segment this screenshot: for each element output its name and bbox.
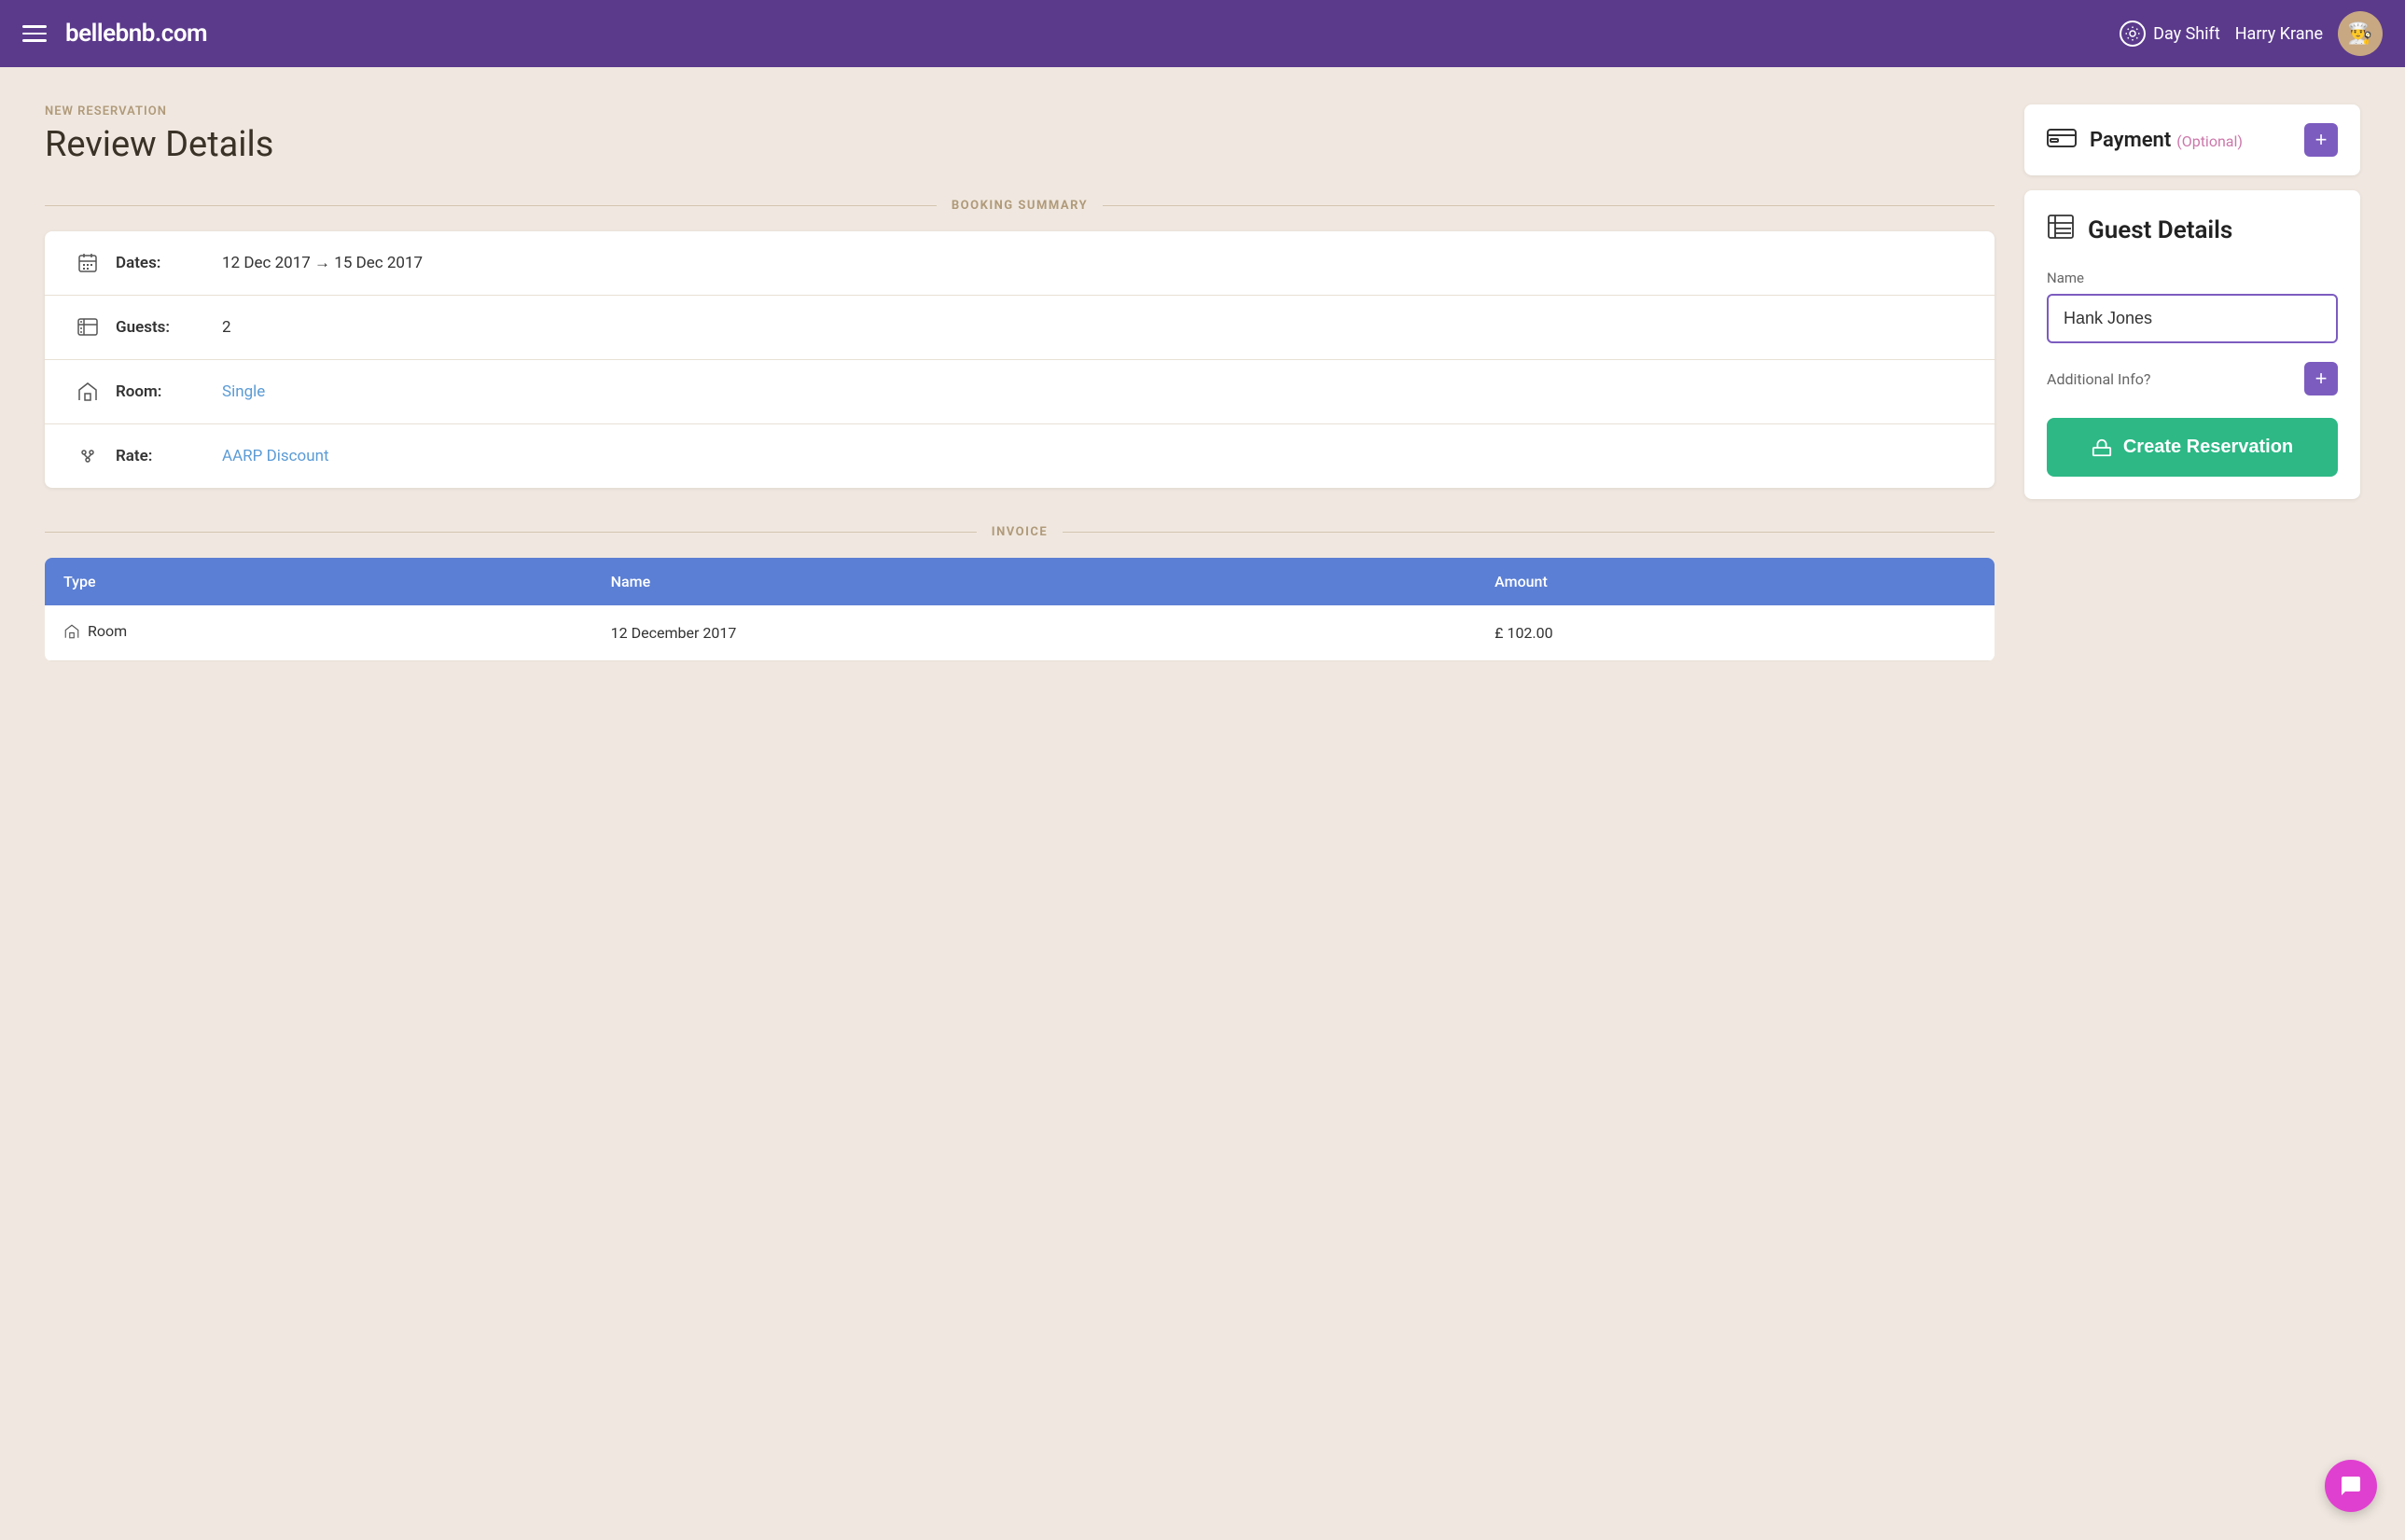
guest-details-title: Guest Details	[2088, 216, 2232, 244]
breadcrumb: NEW RESERVATION	[45, 104, 1995, 118]
main-content: NEW RESERVATION Review Details BOOKING S…	[0, 67, 2405, 699]
divider-line-right2	[1063, 532, 1995, 533]
booking-summary-divider: BOOKING SUMMARY	[45, 199, 1995, 213]
divider-line-left2	[45, 532, 977, 533]
left-column: NEW RESERVATION Review Details BOOKING S…	[45, 104, 1995, 661]
page-title: Review Details	[45, 124, 1995, 165]
dates-row: Dates: 12 Dec 2017 → 15 Dec 2017	[45, 231, 1995, 296]
payment-card: Payment(Optional) +	[2024, 104, 2360, 175]
room-icon	[71, 381, 104, 403]
payment-add-button[interactable]: +	[2304, 123, 2338, 157]
menu-button[interactable]	[22, 25, 47, 42]
guest-details-icon	[2047, 213, 2075, 247]
rate-row: Rate: AARP Discount	[45, 424, 1995, 488]
room-label: Room:	[116, 382, 200, 401]
create-reservation-icon	[2092, 437, 2112, 458]
invoice-label: INVOICE	[992, 525, 1048, 539]
invoice-cell-name: 12 December 2017	[592, 605, 1477, 660]
guests-value: 2	[222, 318, 231, 337]
chat-button[interactable]	[2325, 1460, 2377, 1512]
guests-label: Guests:	[116, 318, 200, 337]
additional-info-row: Additional Info? +	[2047, 362, 2338, 395]
rate-icon	[71, 445, 104, 467]
col-type: Type	[45, 558, 592, 605]
room-value[interactable]: Single	[222, 382, 265, 401]
divider-line-right	[1103, 205, 1995, 206]
calendar-icon	[71, 252, 104, 274]
dates-label: Dates:	[116, 254, 200, 272]
table-row: Room 12 December 2017£ 102.00	[45, 605, 1995, 660]
user-name: Harry Krane	[2235, 24, 2323, 44]
name-field-label: Name	[2047, 270, 2338, 286]
invoice-table: Type Name Amount Room 12 December 2017£ 1…	[45, 558, 1995, 661]
guests-icon	[71, 316, 104, 339]
divider-line-left	[45, 205, 937, 206]
guest-details-card: Guest Details Name Additional Info? + Cr…	[2024, 190, 2360, 499]
invoice-header-row: Type Name Amount	[45, 558, 1995, 605]
additional-info-label: Additional Info?	[2047, 370, 2150, 388]
logo: bellebnb.com	[65, 20, 207, 48]
guests-row: Guests: 2	[45, 296, 1995, 360]
invoice-cell-amount: £ 102.00	[1476, 605, 1995, 660]
right-column: Payment(Optional) + Guest Details	[2024, 104, 2360, 661]
room-row: Room: Single	[45, 360, 1995, 424]
rate-label: Rate:	[116, 447, 200, 465]
guest-card-header: Guest Details	[2047, 213, 2338, 247]
header: bellebnb.com Day Shift Harry Krane	[0, 0, 2405, 67]
create-reservation-button[interactable]: Create Reservation	[2047, 418, 2338, 477]
invoice-cell-type: Room	[45, 605, 592, 660]
dates-value: 12 Dec 2017 → 15 Dec 2017	[222, 254, 423, 272]
room-icon-sm: Room	[63, 622, 127, 640]
additional-info-button[interactable]: +	[2304, 362, 2338, 395]
sun-icon	[2120, 21, 2146, 47]
payment-left: Payment(Optional)	[2047, 125, 2243, 156]
header-left: bellebnb.com	[22, 20, 207, 48]
col-amount: Amount	[1476, 558, 1995, 605]
payment-title: Payment(Optional)	[2090, 129, 2243, 152]
shift-indicator: Day Shift	[2120, 21, 2220, 47]
avatar: 👨‍🍳	[2338, 11, 2383, 56]
header-right: Day Shift Harry Krane 👨‍🍳	[2120, 11, 2383, 56]
name-input[interactable]	[2047, 294, 2338, 343]
credit-card-icon	[2047, 125, 2077, 156]
booking-card: Dates: 12 Dec 2017 → 15 Dec 2017 Guests:	[45, 231, 1995, 488]
col-name: Name	[592, 558, 1477, 605]
booking-summary-label: BOOKING SUMMARY	[952, 199, 1088, 213]
invoice-divider: INVOICE	[45, 525, 1995, 539]
rate-value[interactable]: AARP Discount	[222, 447, 329, 465]
